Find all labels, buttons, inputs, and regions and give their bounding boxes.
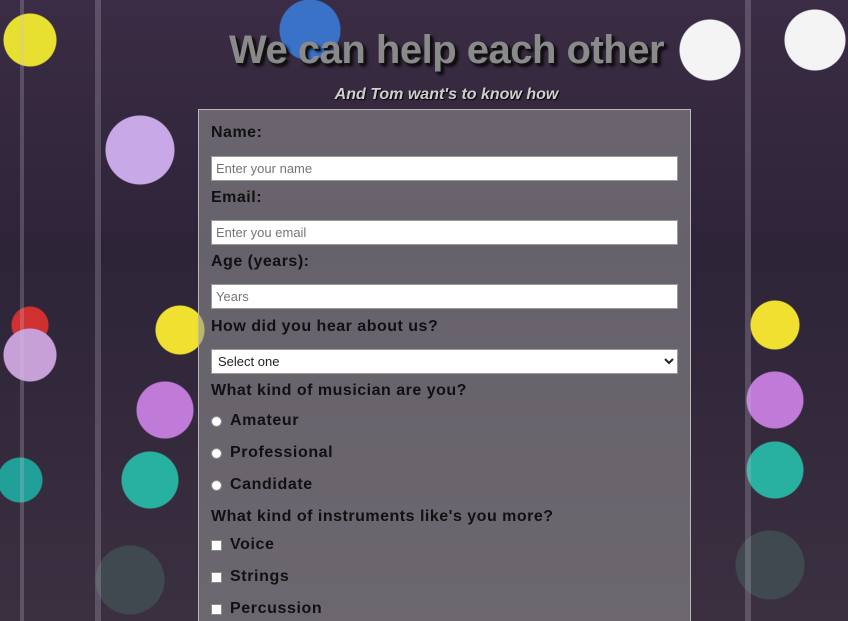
email-label: Email: xyxy=(211,189,263,206)
percussion-label: Percussion xyxy=(230,600,323,617)
referral-label: How did you hear about us? xyxy=(211,318,439,335)
age-label: Age (years): xyxy=(211,253,310,270)
professional-radio[interactable] xyxy=(211,447,222,459)
musician-option-professional[interactable]: Professional xyxy=(211,443,333,463)
page-title: We can help each other xyxy=(228,28,665,72)
email-input[interactable] xyxy=(211,220,678,245)
candidate-radio[interactable] xyxy=(211,479,222,491)
survey-form: Name: Email: Age (years): How did you he… xyxy=(198,109,691,621)
musician-option-amateur[interactable]: Amateur xyxy=(211,411,299,431)
strings-label: Strings xyxy=(230,568,290,585)
musician-option-candidate[interactable]: Candidate xyxy=(211,475,313,495)
voice-label: Voice xyxy=(230,536,275,553)
instrument-option-strings[interactable]: Strings xyxy=(211,567,289,587)
percussion-checkbox[interactable] xyxy=(211,603,222,615)
instrument-option-voice[interactable]: Voice xyxy=(211,535,275,555)
name-input[interactable] xyxy=(211,156,678,181)
name-label: Name: xyxy=(211,124,263,141)
page-subtitle: And Tom want's to know how xyxy=(334,86,559,103)
referral-select[interactable]: Select one xyxy=(211,349,678,374)
amateur-label: Amateur xyxy=(230,412,300,429)
musician-type-label: What kind of musician are you? xyxy=(211,382,467,399)
strings-checkbox[interactable] xyxy=(211,571,222,583)
amateur-radio[interactable] xyxy=(211,415,222,427)
candidate-label: Candidate xyxy=(230,476,313,493)
instrument-option-percussion[interactable]: Percussion xyxy=(211,599,322,619)
instruments-label: What kind of instruments like's you more… xyxy=(211,508,554,525)
age-input[interactable] xyxy=(211,284,678,309)
professional-label: Professional xyxy=(230,444,334,461)
voice-checkbox[interactable] xyxy=(211,539,222,551)
